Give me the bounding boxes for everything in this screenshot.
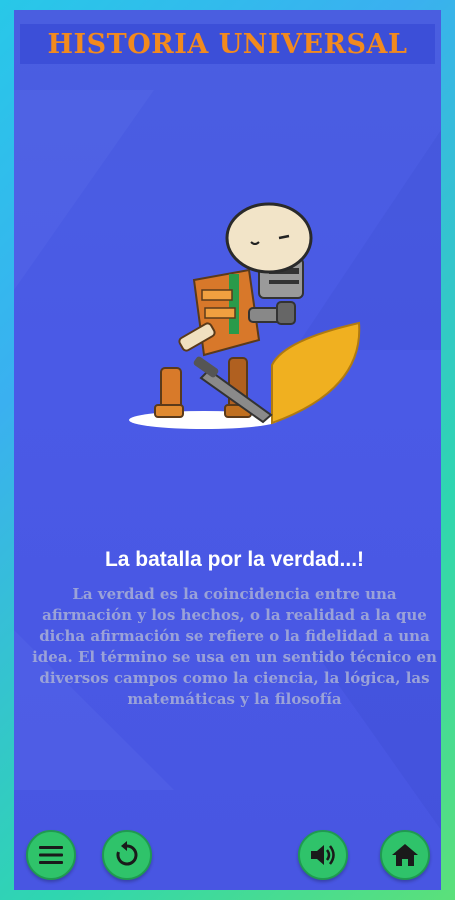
lesson-body: La verdad es la coincidencia entre una a…: [32, 585, 437, 708]
restart-button[interactable]: [102, 830, 152, 880]
sound-button[interactable]: [298, 830, 348, 880]
knight-illustration: [129, 202, 361, 429]
menu-button[interactable]: [26, 830, 76, 880]
lesson-heading: La batalla por la verdad...!: [104, 548, 365, 571]
title-bar: HISTORIA UNIVERSAL: [20, 24, 435, 64]
home-icon: [392, 844, 418, 866]
home-button[interactable]: [380, 830, 430, 880]
app-title: HISTORIA UNIVERSAL: [47, 28, 408, 60]
speaker-icon: [311, 845, 335, 865]
game-panel: HISTORIA UNIVERSAL La batalla por la ver…: [14, 10, 441, 890]
menu-icon: [39, 846, 63, 864]
restart-icon: [116, 841, 138, 866]
